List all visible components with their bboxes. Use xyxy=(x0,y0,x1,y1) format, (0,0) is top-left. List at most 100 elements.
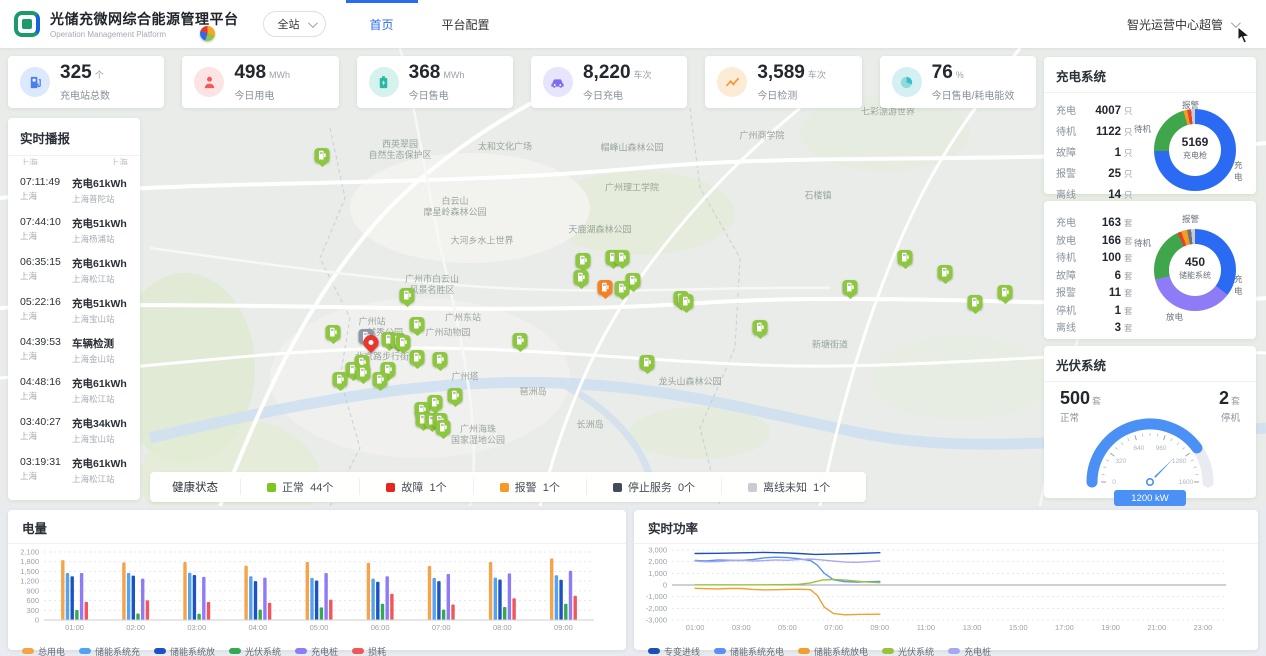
svg-text:1,500: 1,500 xyxy=(20,567,39,576)
storage-donut-center: 450储能系统 xyxy=(1154,255,1236,281)
kpi-value: 498MWh xyxy=(234,63,290,85)
station-marker-normal[interactable] xyxy=(513,333,528,348)
svg-text:320: 320 xyxy=(1115,458,1126,465)
map-place-label: 广州动物园 xyxy=(425,328,470,339)
svg-text:03:00: 03:00 xyxy=(732,623,751,632)
kpi-body: 8,220车次今日充电 xyxy=(583,63,652,102)
energy-legend-item[interactable]: 光伏系统 xyxy=(229,645,281,656)
station-marker-normal[interactable] xyxy=(968,295,983,310)
kpi-value: 368MWh xyxy=(409,63,465,85)
user-menu[interactable]: 智光运营中心超管 xyxy=(1127,16,1238,33)
svg-text:300: 300 xyxy=(26,606,39,615)
svg-text:23:00: 23:00 xyxy=(1194,623,1213,632)
map-place-label: 帽峰山森林公园 xyxy=(600,143,663,154)
svg-text:07:00: 07:00 xyxy=(824,623,843,632)
station-marker-normal[interactable] xyxy=(433,352,448,367)
energy-legend-item[interactable]: 充电桩 xyxy=(295,645,338,656)
station-marker-normal[interactable] xyxy=(753,320,768,335)
svg-text:15:00: 15:00 xyxy=(1009,623,1028,632)
power-chart-title: 实时功率 xyxy=(634,510,1258,544)
map-place-label: 七彩漂游世界 xyxy=(861,107,915,118)
storage-stat-row: 故障6套 xyxy=(1056,268,1138,286)
legend-label: 储能系统充电 xyxy=(730,645,784,656)
energy-chart-title: 电量 xyxy=(8,510,626,544)
station-marker-normal[interactable] xyxy=(679,294,694,309)
kpi-card-3: 368MWh今日售电 xyxy=(357,56,513,108)
station-marker-normal[interactable] xyxy=(640,355,655,370)
kpi-label: 今日售电/耗电能效 xyxy=(932,87,1015,102)
map-place-label: 石楼镇 xyxy=(804,191,831,202)
station-marker-alarm[interactable] xyxy=(598,280,613,295)
energy-legend-item[interactable]: 储能系统放 xyxy=(154,645,215,656)
tab-platform-config[interactable]: 平台配置 xyxy=(418,0,514,48)
station-marker-normal[interactable] xyxy=(436,420,451,435)
station-marker-normal[interactable] xyxy=(373,372,388,387)
pv-power-gauge: 0320640960128016001200 kW xyxy=(1044,398,1256,511)
station-marker-normal[interactable] xyxy=(410,350,425,365)
storage-callout-left: 待机 xyxy=(1134,237,1151,249)
svg-text:21:00: 21:00 xyxy=(1147,623,1166,632)
station-marker-normal[interactable] xyxy=(574,270,589,285)
station-marker-normal[interactable] xyxy=(898,250,913,265)
svg-text:0: 0 xyxy=(35,616,39,625)
station-marker-normal[interactable] xyxy=(428,395,443,410)
energy-legend-item[interactable]: 总用电 xyxy=(22,645,65,656)
energy-bar-chart: 03006009001,2001,5001,8002,10001:0002:00… xyxy=(8,544,626,643)
power-legend-item[interactable]: 专变进线 xyxy=(648,645,700,656)
kpi-body: 325个充电站总数 xyxy=(60,63,110,102)
kpi-body: 368MWh今日售电 xyxy=(409,63,465,102)
kpi-value: 3,589车次 xyxy=(757,63,826,85)
station-marker-normal[interactable] xyxy=(326,325,341,340)
svg-text:1,000: 1,000 xyxy=(648,569,667,578)
charging-stat-row: 充电4007只 xyxy=(1056,101,1138,122)
broadcast-list[interactable]: 上海上海07:11:49上海 充电61kWh上海普陀站07:44:10上海 充电… xyxy=(8,156,140,496)
energy-legend-item[interactable]: 储能系统充 xyxy=(79,645,140,656)
station-marker-normal[interactable] xyxy=(410,317,425,332)
svg-text:1,200: 1,200 xyxy=(20,577,39,586)
map-place-label: 广州商学院 xyxy=(739,131,784,142)
station-marker-normal[interactable] xyxy=(333,372,348,387)
power-legend-item[interactable]: 充电桩 xyxy=(948,645,991,656)
power-chart-panel: 实时功率 -3,000-2,000-1,00001,0002,0003,0000… xyxy=(634,510,1258,650)
station-marker-normal[interactable] xyxy=(998,285,1013,300)
tab-home[interactable]: 首页 xyxy=(346,0,418,48)
station-selector[interactable]: 全站 xyxy=(263,11,326,37)
legend-swatch xyxy=(798,648,810,654)
power-chart-legend: 专变进线 储能系统充电 储能系统放电 光伏系统 充电桩 xyxy=(634,643,1258,656)
svg-text:06:00: 06:00 xyxy=(371,623,390,632)
main-nav-tabs: 首页平台配置 xyxy=(346,0,514,48)
charging-stat-row: 故障1只 xyxy=(1056,143,1138,164)
map-place-label: 西英翠园 自然生态保护区 xyxy=(368,139,431,161)
energy-legend-item[interactable]: 损耗 xyxy=(352,645,386,656)
station-marker-normal[interactable] xyxy=(448,388,463,403)
station-marker-normal[interactable] xyxy=(400,288,415,303)
legend-label: 储能系统放电 xyxy=(814,645,868,656)
legend-swatch xyxy=(229,648,241,654)
charging-callout-right: 充电 xyxy=(1234,159,1246,183)
station-marker-normal[interactable] xyxy=(615,250,630,265)
legend-label: 损耗 xyxy=(368,645,386,656)
station-marker-normal[interactable] xyxy=(356,365,371,380)
svg-text:1200 kW: 1200 kW xyxy=(1131,493,1169,504)
health-label: 报警 1个 xyxy=(515,479,560,495)
svg-text:3,000: 3,000 xyxy=(648,546,667,555)
power-legend-item[interactable]: 储能系统充电 xyxy=(714,645,784,656)
station-marker-normal[interactable] xyxy=(615,281,630,296)
map-place-label: 琶洲岛 xyxy=(519,387,546,398)
health-label: 停止服务 0个 xyxy=(628,479,695,495)
kpi-card-2: 498MWh今日用电 xyxy=(182,56,338,108)
station-marker-normal[interactable] xyxy=(843,280,858,295)
station-marker-normal[interactable] xyxy=(315,148,330,163)
legend-label: 充电桩 xyxy=(964,645,991,656)
kpi-label: 今日检测 xyxy=(757,87,826,102)
legend-swatch xyxy=(22,648,34,654)
power-legend-item[interactable]: 光伏系统 xyxy=(882,645,934,656)
station-marker-normal[interactable] xyxy=(396,335,411,350)
kpi-card-5: 3,589车次今日检测 xyxy=(705,56,861,108)
health-label: 离线未知 1个 xyxy=(763,479,830,495)
station-marker-normal[interactable] xyxy=(576,253,591,268)
station-marker-normal[interactable] xyxy=(938,265,953,280)
power-legend-item[interactable]: 储能系统放电 xyxy=(798,645,868,656)
svg-text:05:00: 05:00 xyxy=(778,623,797,632)
kpi-unit: 个 xyxy=(95,70,104,80)
